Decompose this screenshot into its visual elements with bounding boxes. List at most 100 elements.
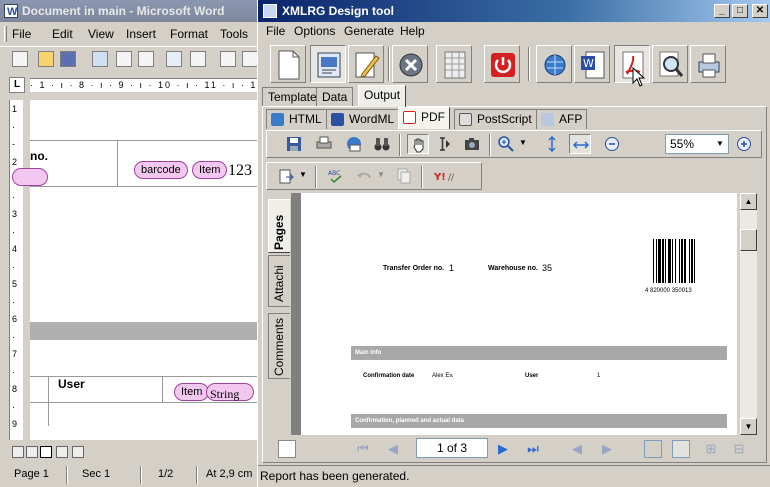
tab-afp[interactable]: AFP [536,109,588,129]
tab-postscript[interactable]: PostScript [454,109,537,129]
print-icon[interactable] [116,51,132,67]
word-title-bar[interactable]: Document in main - Microsoft Word [0,0,262,23]
export-button[interactable] [275,166,297,186]
tab-wordml[interactable]: WordML [326,109,400,129]
horizontal-ruler[interactable]: · 1 · ı · 8 · ı · 9 · ı · 10 · ı · 11 · … [30,78,262,92]
hand-tool-button[interactable] [407,134,429,154]
next-page-button[interactable]: ▶ [494,440,512,458]
word-menu-tools[interactable]: Tools [220,27,248,41]
maximize-button[interactable]: □ [732,4,748,18]
vertical-scrollbar[interactable]: ▲ ▼ [740,193,757,435]
continuous-view-button[interactable] [672,440,690,458]
word-menu-view[interactable]: View [88,27,114,41]
xmlrg-title-bar[interactable]: XMLRG Design tool _ □ ✕ [258,0,770,22]
vertical-ruler[interactable]: 1·-2-·3·4·5·6·7·8·9 [9,100,23,440]
permission-icon[interactable] [92,51,108,67]
fit-page-button[interactable] [541,134,563,154]
pdf-document-view[interactable]: Transfer Order no. 1 Warehouse no. 35 4 … [291,193,737,435]
preview-button[interactable] [652,45,688,83]
field-pill-clipped[interactable] [12,168,48,186]
word-app-icon [4,1,18,23]
first-page-button[interactable]: ⏮ [354,440,372,458]
word-menu-file[interactable]: File [12,27,31,41]
minimize-button[interactable]: _ [714,4,730,18]
stop-button[interactable] [484,45,520,83]
new-doc-icon[interactable] [12,51,28,67]
word-menu-format[interactable]: Format [170,27,208,41]
transfer-order-value: 1 [449,263,455,273]
save-icon[interactable] [60,51,76,67]
zoom-out-button[interactable] [601,134,623,154]
print-output-button[interactable] [690,45,726,83]
print-pdf-button[interactable] [313,134,335,154]
text-select-button[interactable] [433,134,455,154]
side-tab-pages[interactable]: Pages [268,199,290,253]
back-button[interactable]: ◀ [568,440,586,458]
export-dropdown-arrow[interactable]: ▼ [297,166,307,186]
table-button[interactable] [436,45,472,83]
undo-button[interactable] [353,166,375,186]
previous-page-button[interactable]: ◀ [384,440,402,458]
item-field-pill[interactable]: Item [192,161,228,179]
reading-view-icon[interactable] [72,446,84,458]
print-preview-icon[interactable] [138,51,154,67]
zoom-dropdown-arrow[interactable]: ▼ [517,134,527,154]
menu-generate[interactable]: Generate [344,24,394,38]
tab-html[interactable]: HTML [266,109,327,129]
wordml-output-button[interactable]: W [574,45,610,83]
menu-options[interactable]: Options [294,24,335,38]
spellcheck-button[interactable]: ABC [325,166,347,186]
email-pdf-button[interactable] [343,134,365,154]
close-window-button[interactable]: ✕ [752,4,768,18]
tab-data[interactable]: Data [316,87,354,107]
facing-view-button[interactable]: ⊞ [702,440,720,458]
copy-button[interactable] [393,166,415,186]
html-output-button[interactable] [536,45,572,83]
new-template-button[interactable] [270,45,306,83]
design-button[interactable] [310,45,346,83]
undo-dropdown-arrow[interactable]: ▼ [375,166,385,186]
word-document-page[interactable]: no. barcode Item 123 User Item String [12,100,262,440]
outline-view-icon[interactable] [56,446,68,458]
tab-selector[interactable]: L [9,77,25,93]
cut-icon[interactable] [220,51,236,67]
forward-button[interactable]: ▶ [598,440,616,458]
side-tab-attachments[interactable]: Attachi [268,255,290,307]
continuous-facing-view-button[interactable]: ⊟ [730,440,748,458]
menu-file[interactable]: File [266,24,285,38]
menu-help[interactable]: Help [400,24,425,38]
word-menu-edit[interactable]: Edit [52,27,73,41]
normal-view-icon[interactable] [12,446,24,458]
tab-template[interactable]: Template [262,87,323,107]
last-page-button[interactable]: ⏭ [524,440,542,458]
single-page-view-button[interactable] [644,440,662,458]
web-view-icon[interactable] [26,446,38,458]
copy-icon[interactable] [242,51,258,67]
tab-output[interactable]: Output [358,85,407,107]
wordml-icon [331,113,344,126]
research-icon[interactable] [190,51,206,67]
scroll-thumb[interactable] [740,229,757,251]
snapshot-button[interactable] [461,134,483,154]
edit-button[interactable] [348,45,384,83]
side-tab-comments[interactable]: Comments [268,313,290,379]
save-pdf-button[interactable] [283,134,305,154]
cancel-button[interactable] [392,45,428,83]
scroll-up-arrow-icon[interactable]: ▲ [740,193,757,210]
yahoo-button[interactable]: Y!// [429,166,469,186]
zoom-in-button[interactable] [733,134,755,154]
zoom-tool-button[interactable] [495,134,517,154]
print-view-icon[interactable] [40,446,52,458]
word-menu-insert[interactable]: Insert [126,27,156,41]
spelling-icon[interactable] [166,51,182,67]
fit-width-button[interactable] [569,134,591,154]
scroll-down-arrow-icon[interactable]: ▼ [740,418,757,435]
barcode-field-pill[interactable]: barcode [134,161,188,179]
zoom-level-select[interactable]: 55% ▼ [665,134,729,154]
open-folder-icon[interactable] [38,51,54,67]
page-number-field[interactable]: 1 of 3 [416,438,488,458]
item-field-pill-2[interactable]: Item [174,383,210,401]
tab-pdf[interactable]: PDF [398,107,450,129]
thumbnails-toggle-button[interactable] [278,440,296,458]
find-button[interactable] [371,134,393,154]
